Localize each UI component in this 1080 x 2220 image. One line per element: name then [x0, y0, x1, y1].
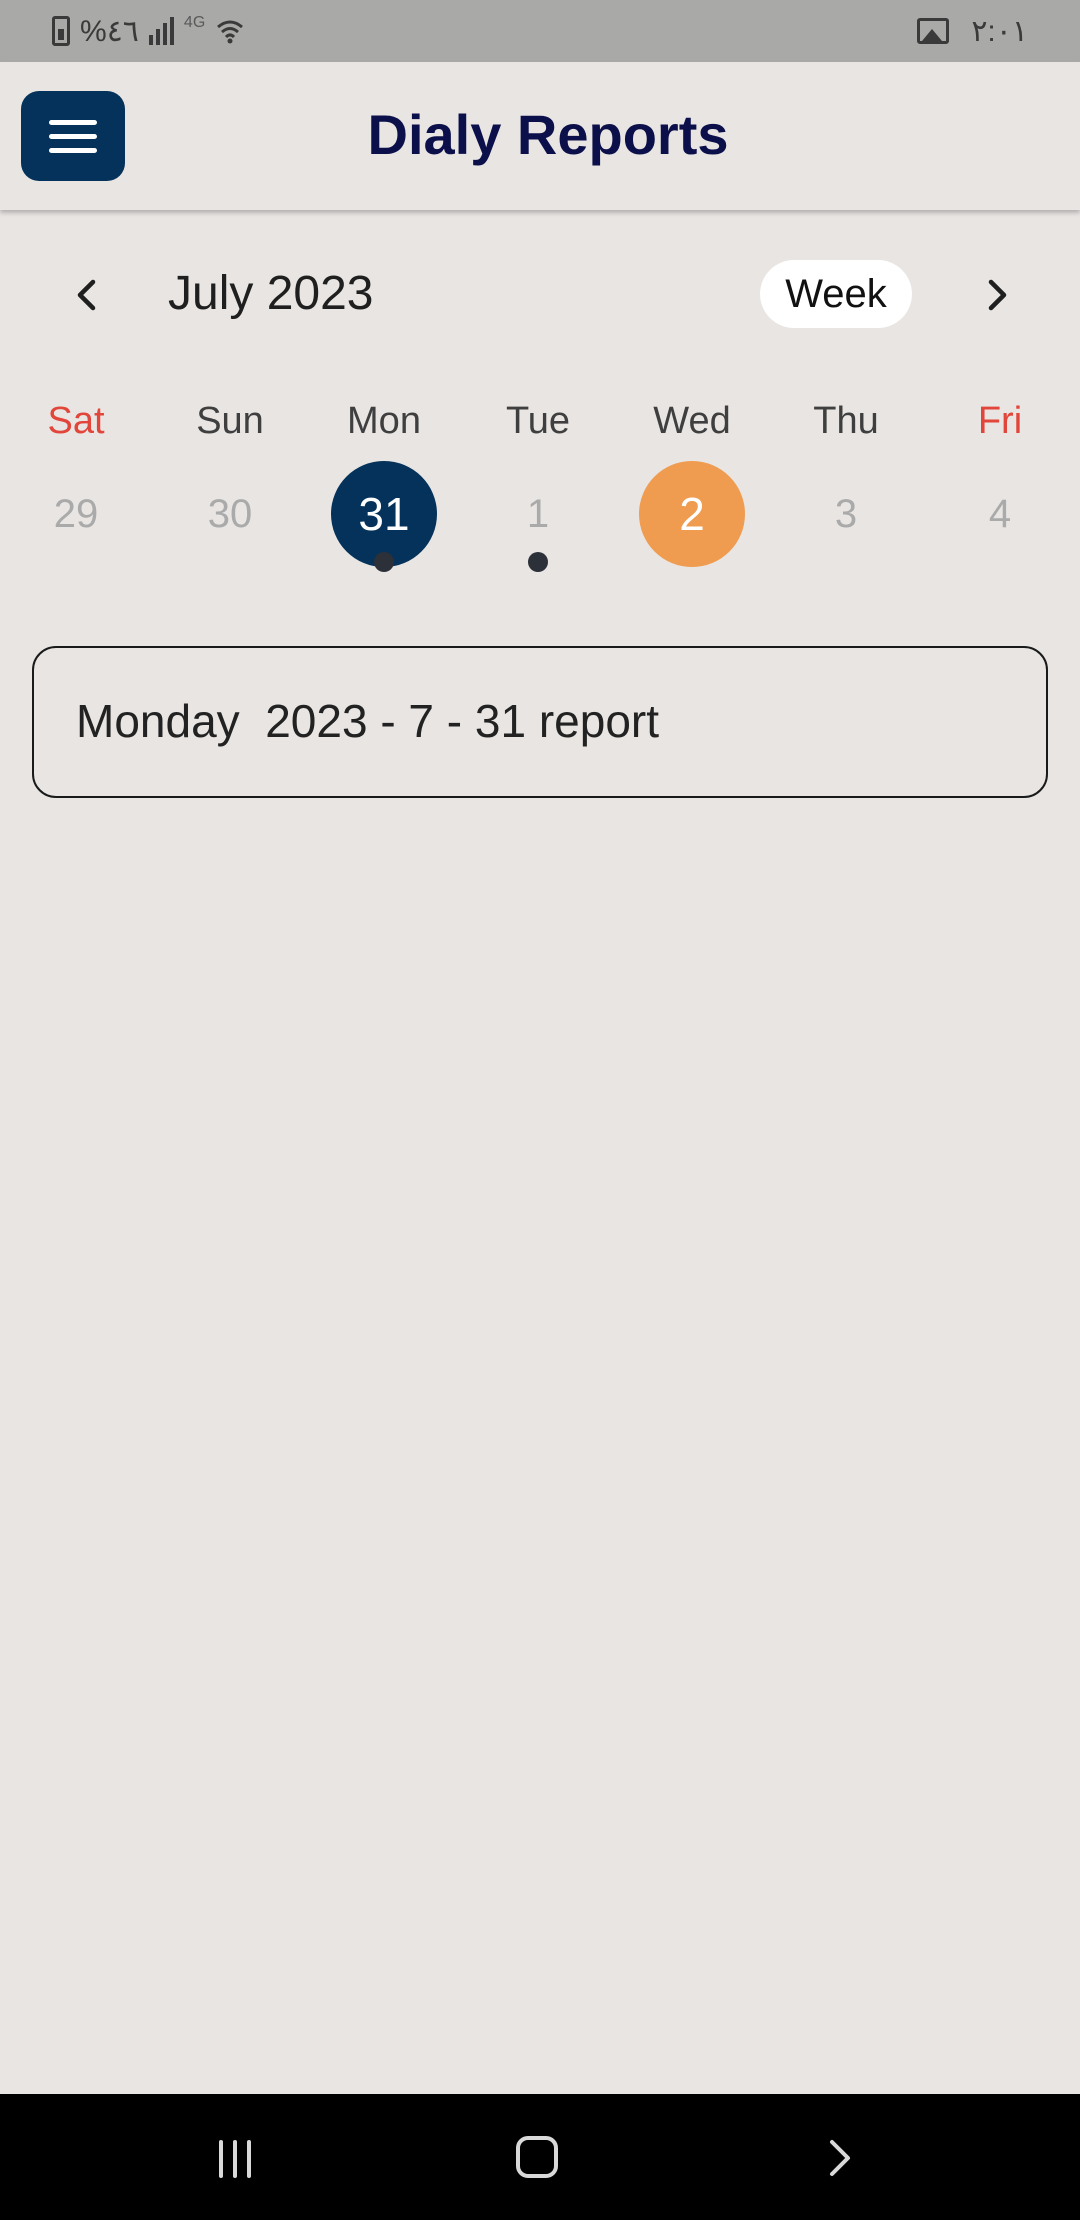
- app-header: Dialy Reports: [0, 62, 1080, 210]
- chevron-left-icon[interactable]: [62, 270, 112, 320]
- weekday-label-fri: Fri: [977, 400, 1023, 442]
- date-cell-29[interactable]: 29: [23, 461, 129, 567]
- chevron-right-icon[interactable]: [972, 270, 1022, 320]
- date-cell-30[interactable]: 30: [177, 461, 283, 567]
- month-label[interactable]: July 2023: [168, 266, 373, 321]
- weekday-label-sat: Sat: [47, 400, 105, 442]
- battery-level: %٤٦: [80, 14, 139, 48]
- report-card[interactable]: Monday 2023 - 7 - 31 report: [32, 646, 1048, 798]
- clock: ٢:٠١: [971, 14, 1028, 48]
- recents-icon[interactable]: [214, 2140, 256, 2178]
- battery-icon: [52, 16, 70, 46]
- view-format-toggle[interactable]: Week: [760, 260, 912, 328]
- weekday-label-mon: Mon: [347, 400, 421, 442]
- signal-icon: [148, 17, 174, 45]
- status-left-group: %٤٦ 4G: [52, 10, 245, 52]
- page-title: Dialy Reports: [367, 103, 729, 166]
- event-marker-dot: [374, 552, 394, 572]
- weekday-header-row: Sat Sun Mon Tue Wed Thu Fri: [0, 400, 1080, 460]
- status-right-group: ٢:٠١: [917, 10, 1028, 52]
- weekday-label-wed: Wed: [653, 400, 731, 442]
- back-icon[interactable]: [818, 2136, 862, 2180]
- network-type-label: 4G: [183, 14, 206, 31]
- weekday-label-tue: Tue: [505, 400, 571, 442]
- home-icon[interactable]: [516, 2136, 558, 2178]
- event-marker-dot: [528, 552, 548, 572]
- date-cell-3[interactable]: 3: [793, 461, 899, 567]
- status-bar: %٤٦ 4G ٢:٠١: [0, 0, 1080, 62]
- report-title: Monday 2023 - 7 - 31 report: [76, 695, 659, 747]
- system-navigation-bar: [0, 2094, 1080, 2220]
- date-cell-4[interactable]: 4: [947, 461, 1053, 567]
- weekday-label-thu: Thu: [813, 400, 879, 442]
- gallery-notification-icon: [917, 18, 950, 44]
- month-navigation: July 2023 Week: [0, 260, 1080, 330]
- weekday-label-sun: Sun: [196, 400, 264, 442]
- date-row: 29 30 31 1 2 3 4: [0, 460, 1080, 580]
- wifi-icon: [217, 20, 244, 44]
- date-cell-2[interactable]: 2: [639, 461, 745, 567]
